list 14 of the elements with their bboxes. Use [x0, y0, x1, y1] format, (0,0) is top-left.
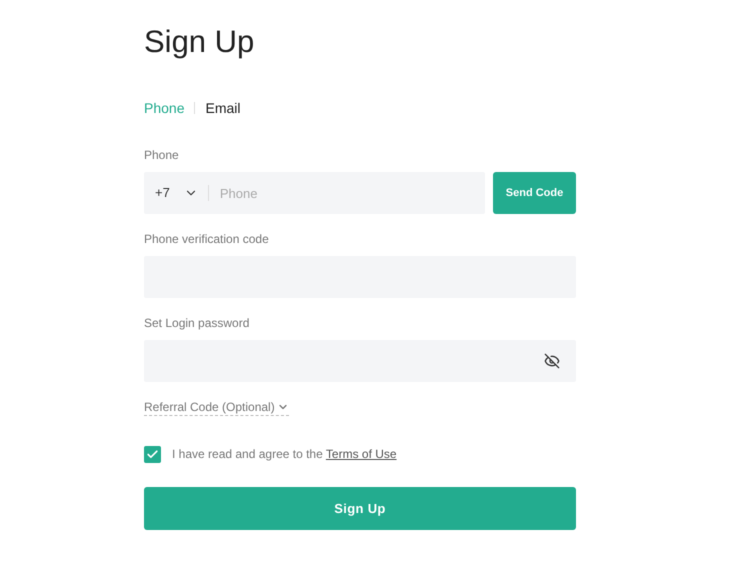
hidden-eye-icon[interactable]: [544, 353, 560, 369]
field-label: Set Login password: [144, 315, 250, 331]
field-label: Phone: [144, 147, 180, 163]
country-code-select[interactable]: +7: [144, 183, 208, 203]
phone-field[interactable]: +7 Phone: [144, 172, 485, 214]
field-label: Phone verification code: [144, 231, 270, 247]
password-field[interactable]: [144, 340, 576, 382]
agreement-text: I have read and agree to the Terms of Use: [172, 446, 397, 463]
referral-code-toggle[interactable]: Referral Code (Optional): [144, 399, 289, 416]
terms-link[interactable]: Terms of Use: [326, 447, 397, 461]
check-icon: [146, 448, 159, 460]
tab[interactable]: Email: [205, 98, 240, 118]
page-title: Sign Up: [144, 23, 256, 61]
agree-checkbox[interactable]: [144, 446, 161, 462]
